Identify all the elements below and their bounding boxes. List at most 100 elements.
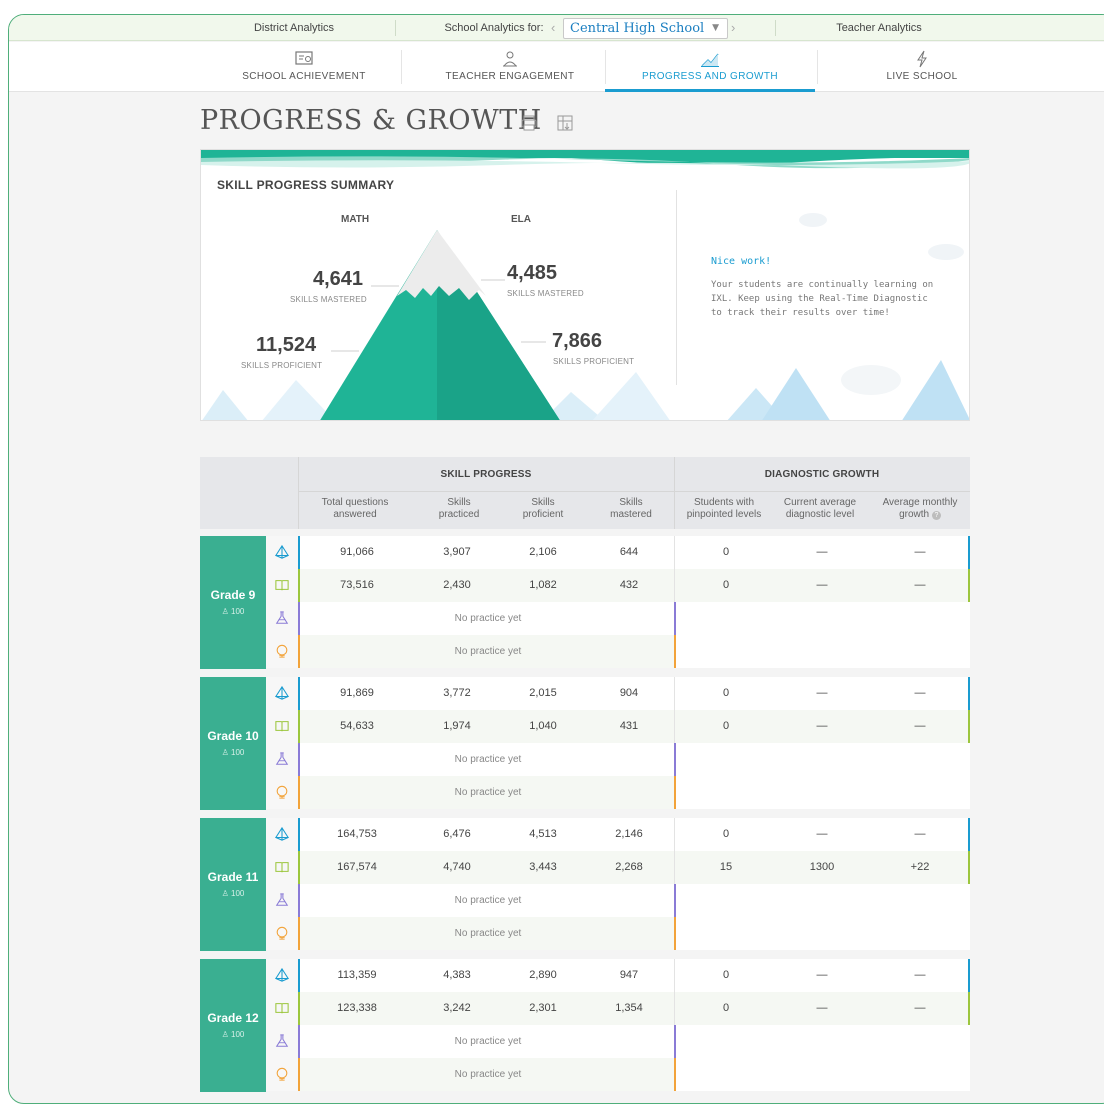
- info-icon[interactable]: ?: [931, 511, 941, 520]
- table-row[interactable]: No practice yet: [266, 917, 970, 950]
- message-title: Nice work!: [711, 256, 772, 267]
- table-cell: 0: [722, 720, 730, 732]
- table-cell: 4,513: [529, 828, 557, 840]
- no-practice-message: No practice yet: [454, 646, 522, 657]
- district-analytics-link[interactable]: District Analytics: [199, 15, 389, 41]
- table-cell: 15: [719, 861, 733, 873]
- col-average-monthly-growth-label: Average monthly growth: [882, 497, 958, 520]
- grade-label[interactable]: Grade 12 ♙ 100: [200, 959, 266, 1092]
- table-cell: 2,268: [615, 861, 643, 873]
- table-cell: —: [914, 579, 926, 591]
- table-row[interactable]: No practice yet: [266, 884, 970, 917]
- table-cell: 1,974: [443, 720, 471, 732]
- diagnostic-growth-heading: DIAGNOSTIC GROWTH: [764, 469, 880, 480]
- table-cell: —: [816, 828, 828, 840]
- table-row[interactable]: 91,066 3,907 2,106 644 0 — —: [266, 536, 970, 569]
- no-practice-message: No practice yet: [454, 895, 522, 906]
- section-tabs: SCHOOL ACHIEVEMENT TEACHER ENGAGEMENT PR…: [9, 42, 1104, 92]
- tab-school-achievement[interactable]: SCHOOL ACHIEVEMENT: [199, 42, 409, 92]
- student-icon: ♙: [221, 1030, 232, 1039]
- table-cell: 164,753: [337, 828, 377, 840]
- table-row[interactable]: No practice yet: [266, 635, 970, 668]
- ela-icon: [266, 851, 298, 884]
- chevron-left-icon[interactable]: ‹: [551, 15, 555, 41]
- tab-progress-and-growth[interactable]: PROGRESS AND GROWTH: [605, 42, 815, 92]
- table-cell: 2,106: [529, 546, 557, 558]
- page-title: PROGRESS & GROWTH: [200, 105, 542, 136]
- table-row[interactable]: 73,516 2,430 1,082 432 0 — —: [266, 569, 970, 602]
- export-icon[interactable]: [556, 114, 574, 132]
- table-row[interactable]: 113,359 4,383 2,890 947 0 — —: [266, 959, 970, 992]
- table-cell: 0: [722, 579, 730, 591]
- table-cell: 2,015: [529, 687, 557, 699]
- skill-progress-summary-card: SKILL PROGRESS SUMMARY MATH ELA 4,641 SK…: [200, 149, 970, 421]
- grade-label[interactable]: Grade 9 ♙ 100: [200, 536, 266, 669]
- grade-name: Grade 11: [207, 870, 259, 884]
- table-row[interactable]: 164,753 6,476 4,513 2,146 0 — —: [266, 818, 970, 851]
- student-icon: ♙: [221, 748, 232, 757]
- col-skills-mastered: Skills mastered: [610, 497, 652, 520]
- math-mastered-count: 4,641: [313, 268, 364, 290]
- table-cell: 644: [619, 546, 639, 558]
- table-cell: 3,907: [443, 546, 471, 558]
- ela-mastered-count: 4,485: [507, 262, 558, 284]
- social-studies-icon: [266, 635, 298, 668]
- table-cell: 4,740: [443, 861, 471, 873]
- table-cell: 432: [619, 579, 639, 591]
- tab-label: LIVE SCHOOL: [886, 71, 958, 82]
- table-cell: —: [914, 828, 926, 840]
- table-cell: —: [816, 969, 828, 981]
- tab-teacher-engagement[interactable]: TEACHER ENGAGEMENT: [405, 42, 615, 92]
- table-cell: 91,869: [340, 687, 374, 699]
- table-row[interactable]: No practice yet: [266, 776, 970, 809]
- chevron-right-icon[interactable]: ›: [731, 15, 735, 41]
- table-row[interactable]: 167,574 4,740 3,443 2,268 15 1300 +22: [266, 851, 970, 884]
- social-studies-icon: [266, 917, 298, 950]
- top-nav: District Analytics School Analytics for:…: [9, 15, 1104, 41]
- table-row[interactable]: No practice yet: [266, 1058, 970, 1091]
- table-cell: 113,359: [337, 969, 377, 981]
- table-cell: 431: [619, 720, 639, 732]
- table-row[interactable]: No practice yet: [266, 602, 970, 635]
- ela-mastered-label: SKILLS MASTERED: [507, 289, 584, 298]
- teacher-analytics-link[interactable]: Teacher Analytics: [779, 15, 979, 41]
- table-cell: 167,574: [337, 861, 377, 873]
- tab-live-school[interactable]: LIVE SCHOOL: [817, 42, 1027, 92]
- col-skills-practiced: Skills practiced: [438, 497, 480, 520]
- table-cell: 2,430: [443, 579, 471, 591]
- table-cell: —: [816, 546, 828, 558]
- science-icon: [266, 884, 298, 917]
- science-icon: [266, 1025, 298, 1058]
- table-row[interactable]: No practice yet: [266, 743, 970, 776]
- table-cell: 0: [722, 687, 730, 699]
- table-row[interactable]: 54,633 1,974 1,040 431 0 — —: [266, 710, 970, 743]
- ela-proficient-label: SKILLS PROFICIENT: [553, 357, 635, 366]
- tab-label: PROGRESS AND GROWTH: [642, 71, 778, 82]
- growth-chart-icon: [701, 53, 719, 67]
- table-cell: 73,516: [340, 579, 374, 591]
- table-row[interactable]: No practice yet: [266, 1025, 970, 1058]
- table-cell: —: [816, 1002, 828, 1014]
- table-cell: —: [914, 969, 926, 981]
- table-row[interactable]: 91,869 3,772 2,015 904 0 — —: [266, 677, 970, 710]
- grade-name: Grade 9: [210, 588, 256, 602]
- grade-label[interactable]: Grade 11 ♙ 100: [200, 818, 266, 951]
- table-cell: 2,301: [529, 1002, 557, 1014]
- student-count-value: 100: [231, 607, 245, 616]
- table-cell: +22: [910, 861, 930, 873]
- table-cell: 2,890: [529, 969, 557, 981]
- table-cell: 1300: [809, 861, 835, 873]
- school-select[interactable]: Central High School ▼: [563, 18, 728, 39]
- student-count: ♙ 100: [200, 748, 266, 757]
- table-cell: 3,242: [443, 1002, 471, 1014]
- table-cell: 1,082: [529, 579, 557, 591]
- divider: [676, 190, 677, 385]
- table-cell: —: [816, 579, 828, 591]
- student-count-value: 100: [231, 748, 245, 757]
- print-icon[interactable]: [520, 114, 538, 132]
- table-cell: 0: [722, 546, 730, 558]
- student-icon: ♙: [221, 889, 232, 898]
- math-mastered-label: SKILLS MASTERED: [290, 295, 367, 304]
- table-row[interactable]: 123,338 3,242 2,301 1,354 0 — —: [266, 992, 970, 1025]
- grade-label[interactable]: Grade 10 ♙ 100: [200, 677, 266, 810]
